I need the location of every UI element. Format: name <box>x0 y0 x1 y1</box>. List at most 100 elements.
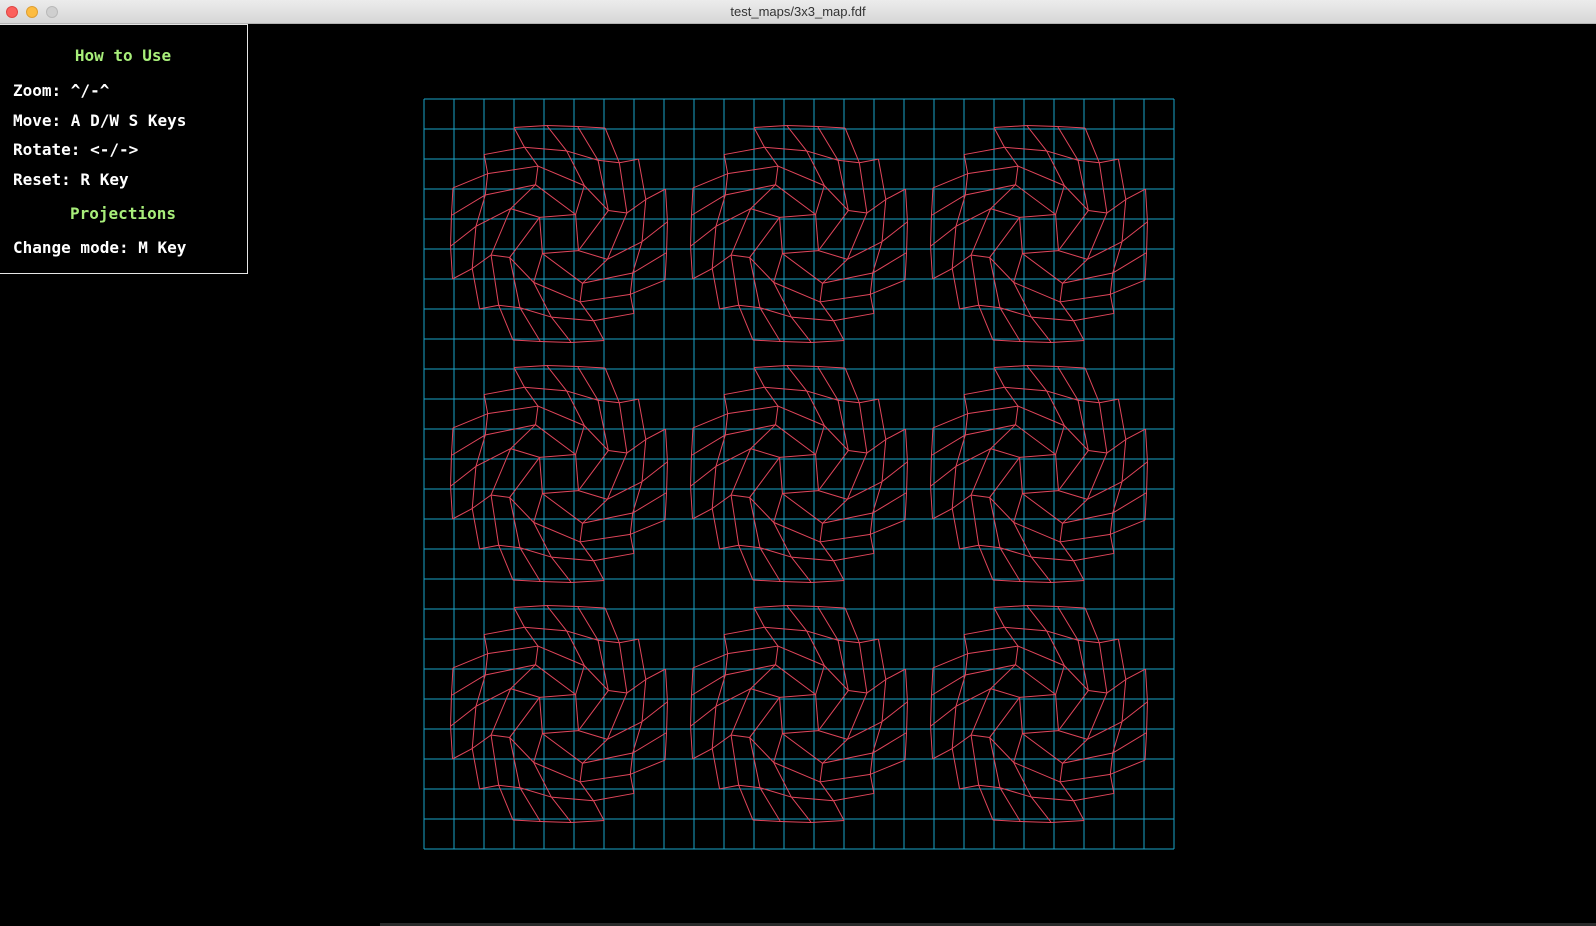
terrain-edge <box>619 398 639 404</box>
terrain-edge <box>597 159 620 164</box>
terrain-edge <box>989 497 1001 548</box>
terrain-edge <box>1109 272 1114 295</box>
terrain-edge <box>579 541 594 562</box>
terrain-edge <box>608 210 627 214</box>
terrain-edge <box>533 493 543 523</box>
terrain-edge <box>604 367 620 403</box>
terrain-edge <box>629 534 635 554</box>
terrain-edge <box>847 241 883 260</box>
terrain-edge <box>989 737 1001 788</box>
terrain-edge <box>666 461 668 493</box>
terrain-edge <box>540 821 572 823</box>
terrain-edge <box>606 212 628 260</box>
terrain-edge <box>904 188 908 222</box>
terrain-edge <box>1086 452 1108 500</box>
terrain-edge <box>773 733 783 763</box>
projections-heading: Projections <box>70 204 176 223</box>
terrain-edge <box>815 425 825 455</box>
terrain-edge <box>965 664 1016 676</box>
terrain-edge <box>870 279 906 295</box>
terrain-edge <box>773 761 821 783</box>
terrain-edge <box>786 125 818 127</box>
terrain-edge <box>1058 730 1088 740</box>
terrain-edge <box>645 668 666 680</box>
terrain-edge <box>533 761 581 783</box>
terrain-edge <box>727 405 779 415</box>
terrain-edge <box>471 706 477 749</box>
terrain-edge <box>604 127 620 163</box>
terrain-edge <box>487 165 539 175</box>
terrain-edge <box>750 688 780 698</box>
terrain-edge <box>930 215 932 247</box>
terrain-edge <box>750 208 780 218</box>
terrain-edge <box>1110 519 1146 535</box>
terrain-edge <box>1144 668 1148 702</box>
terrain-edge <box>978 305 994 341</box>
terrain-edge <box>551 556 594 562</box>
terrain-edge <box>539 694 576 698</box>
terrain-edge <box>1055 454 1059 491</box>
terrain-edge <box>1099 638 1119 644</box>
terrain-edge <box>833 800 845 821</box>
terrain-edge <box>607 241 643 260</box>
how-to-use-heading: How to Use <box>74 46 172 65</box>
terrain-edge <box>664 668 668 702</box>
terrain-edge <box>593 312 634 322</box>
terrain-edge <box>819 781 834 802</box>
terrain-edge <box>1087 481 1123 500</box>
help-panel: How to Use Zoom: ^/-^ Move: A D/W S Keys… <box>0 24 248 274</box>
terrain-edge <box>764 626 807 632</box>
terrain-edge <box>533 253 543 283</box>
terrain-edge <box>817 365 846 369</box>
terrain-edge <box>711 706 717 749</box>
terrain-edge <box>535 166 539 185</box>
terrain-edge <box>818 250 848 260</box>
terrain-edge <box>1026 365 1058 367</box>
terrain-edge <box>471 226 477 269</box>
title-bar[interactable]: test_maps/3x3_map.fdf <box>0 0 1596 24</box>
terrain-edge <box>773 493 783 523</box>
terrain-edge <box>1051 339 1085 343</box>
terrain-edge <box>904 428 908 462</box>
terrain-edge <box>869 512 874 535</box>
terrain-edge <box>848 210 867 214</box>
terrain-edge <box>630 519 666 535</box>
terrain-edge <box>764 386 779 407</box>
terrain-edge <box>490 734 500 786</box>
terrain-edge <box>859 638 879 644</box>
terrain-edge <box>575 694 579 731</box>
terrain-edge <box>1144 428 1148 462</box>
terrain-edge <box>844 607 860 643</box>
terrain-edge <box>967 645 1019 655</box>
terrain-edge <box>483 394 489 414</box>
terrain-edge <box>1062 752 1113 764</box>
terrain-edge <box>724 626 765 636</box>
terrain-edge <box>630 279 666 295</box>
terrain-edge <box>690 187 694 216</box>
terrain-edge <box>725 424 776 436</box>
terrain-edge <box>930 667 934 696</box>
terrain-edge <box>869 294 875 314</box>
terrain-edge <box>964 413 969 436</box>
terrain-edge <box>575 665 585 695</box>
terrain-edge <box>837 159 860 164</box>
terrain-edge <box>510 208 540 218</box>
terrain-edge <box>881 439 887 482</box>
terrain-edge <box>930 187 934 216</box>
terrain-edge <box>1059 773 1111 783</box>
terrain-edge <box>782 730 819 734</box>
terrain-edge <box>491 734 510 738</box>
terrain-edge <box>513 365 547 369</box>
terrain-edge <box>822 752 873 764</box>
terrain-edge <box>819 301 834 322</box>
terrain-edge <box>1046 390 1065 426</box>
terrain-edge <box>711 734 732 749</box>
terrain-edge <box>575 185 585 215</box>
terrain-edge <box>566 390 585 426</box>
terrain-edge <box>951 494 972 509</box>
terrain-edge <box>1051 819 1085 823</box>
terrain-edge <box>819 293 871 303</box>
terrain-edge <box>859 158 879 164</box>
terrain-edge <box>571 579 605 583</box>
terrain-edge <box>833 312 874 322</box>
